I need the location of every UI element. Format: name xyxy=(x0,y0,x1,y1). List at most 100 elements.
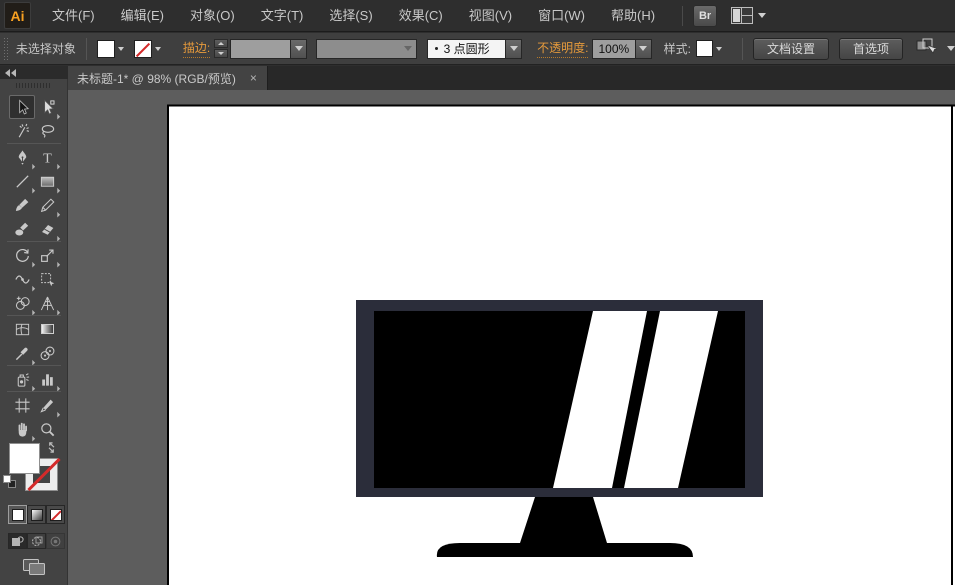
width-profile-combobox[interactable] xyxy=(316,39,416,59)
none-chip-icon xyxy=(50,509,62,521)
menu-edit[interactable]: 编辑(E) xyxy=(108,0,177,32)
document-tab[interactable]: 未标题-1* @ 98% (RGB/预览) × xyxy=(68,66,268,90)
none-mode-button[interactable] xyxy=(46,505,65,524)
document-setup-button[interactable]: 文档设置 xyxy=(753,38,829,60)
chevron-down-icon xyxy=(758,13,766,18)
zoom-tool[interactable] xyxy=(34,417,60,441)
chevron-down-icon xyxy=(510,46,518,51)
toolbar-grip[interactable] xyxy=(16,83,52,88)
swap-fill-stroke-button[interactable] xyxy=(45,441,58,459)
blob-brush-tool[interactable] xyxy=(9,217,35,241)
menu-type[interactable]: 文字(T) xyxy=(248,0,317,32)
opacity-dropdown-button[interactable] xyxy=(636,39,652,59)
controlbar-grip[interactable] xyxy=(2,36,9,62)
stroke-weight-dropdown-button[interactable] xyxy=(291,39,307,59)
draw-normal-icon xyxy=(11,536,24,547)
collapse-left-icon xyxy=(5,69,10,77)
chevron-up-icon xyxy=(218,42,224,45)
draw-normal-button[interactable] xyxy=(8,533,27,549)
menu-object[interactable]: 对象(O) xyxy=(177,0,248,32)
chevron-down-icon xyxy=(295,46,303,51)
monitor-stand[interactable] xyxy=(520,497,607,543)
eraser-tool[interactable] xyxy=(34,217,60,241)
mesh-tool[interactable] xyxy=(9,317,35,341)
symbol-sprayer-tool[interactable] xyxy=(9,367,35,391)
menu-effect[interactable]: 效果(C) xyxy=(386,0,456,32)
menu-window[interactable]: 窗口(W) xyxy=(525,0,598,32)
menu-bar: Ai 文件(F)编辑(E)对象(O)文字(T)选择(S)效果(C)视图(V)窗口… xyxy=(0,0,955,32)
chevron-down-icon xyxy=(155,47,161,51)
menu-view[interactable]: 视图(V) xyxy=(456,0,525,32)
magic-wand-tool[interactable] xyxy=(9,119,35,143)
draw-behind-button[interactable] xyxy=(27,533,46,549)
toolbar-collapse-button[interactable] xyxy=(0,66,68,79)
draw-behind-icon xyxy=(30,536,43,547)
blend-tool[interactable] xyxy=(34,341,60,365)
stroke-weight-stepper[interactable] xyxy=(214,39,228,58)
swap-arrows-icon xyxy=(42,438,60,456)
opacity-panel-link[interactable]: 不透明度: xyxy=(537,39,588,58)
brush-definition-combobox[interactable]: 3 点圆形 xyxy=(427,39,507,59)
style-widget[interactable] xyxy=(696,40,726,58)
toolbar-separator xyxy=(7,391,61,392)
draw-inside-button[interactable] xyxy=(46,533,65,549)
stroke-weight-combobox[interactable] xyxy=(230,39,291,59)
screen-mode-icon xyxy=(22,558,46,576)
stepper-down-button[interactable] xyxy=(214,49,228,58)
bridge-button[interactable]: Br xyxy=(693,5,717,27)
tools-panel: T xyxy=(0,79,68,585)
rotate-tool[interactable] xyxy=(9,243,35,267)
column-graph-tool[interactable] xyxy=(34,367,60,391)
free-transform-tool-icon xyxy=(39,271,56,288)
color-mode-button[interactable] xyxy=(8,505,27,524)
style-swatch[interactable] xyxy=(696,40,713,57)
stroke-color-widget[interactable] xyxy=(134,40,165,58)
gradient-tool[interactable] xyxy=(34,317,60,341)
menu-help[interactable]: 帮助(H) xyxy=(598,0,668,32)
hand-tool[interactable] xyxy=(9,417,35,441)
slice-tool[interactable] xyxy=(34,393,60,417)
paintbrush-tool[interactable] xyxy=(9,193,35,217)
artboard-tool[interactable] xyxy=(9,393,35,417)
pen-tool[interactable] xyxy=(9,145,35,169)
scale-tool[interactable] xyxy=(34,243,60,267)
tab-close-icon[interactable]: × xyxy=(250,72,257,84)
select-similar-dropdown-icon[interactable] xyxy=(947,46,955,51)
fill-color-widget[interactable] xyxy=(97,40,128,58)
brush-dropdown-button[interactable] xyxy=(506,39,522,59)
fill-dropdown-button[interactable] xyxy=(115,40,128,58)
canvas-area[interactable] xyxy=(68,90,955,585)
menu-file[interactable]: 文件(F) xyxy=(39,0,108,32)
fill-indicator[interactable] xyxy=(9,443,40,474)
type-tool[interactable]: T xyxy=(34,145,60,169)
stroke-dropdown-button[interactable] xyxy=(152,40,165,58)
direct-selection-tool[interactable] xyxy=(34,95,60,119)
shape-builder-tool[interactable] xyxy=(9,291,35,315)
menu-select[interactable]: 选择(S) xyxy=(316,0,385,32)
pencil-tool[interactable] xyxy=(34,193,60,217)
toolbar-separator xyxy=(7,315,61,316)
preferences-button[interactable]: 首选项 xyxy=(839,38,903,60)
rectangle-tool[interactable] xyxy=(34,169,60,193)
select-similar-icon xyxy=(915,37,937,55)
fill-color-swatch[interactable] xyxy=(97,40,115,58)
monitor-base[interactable] xyxy=(437,543,693,557)
default-fill-stroke-button[interactable] xyxy=(3,475,16,488)
line-segment-tool[interactable] xyxy=(9,169,35,193)
default-fill-chip xyxy=(3,475,11,483)
stepper-up-button[interactable] xyxy=(214,39,228,48)
width-tool[interactable] xyxy=(9,267,35,291)
stroke-color-swatch[interactable] xyxy=(134,40,152,58)
gradient-mode-button[interactable] xyxy=(27,505,46,524)
free-transform-tool[interactable] xyxy=(34,267,60,291)
workspace-switcher[interactable] xyxy=(731,7,766,24)
select-similar-objects-button[interactable] xyxy=(915,37,937,60)
stroke-panel-link[interactable]: 描边: xyxy=(183,39,210,58)
style-dropdown-button[interactable] xyxy=(713,40,726,58)
lasso-tool[interactable] xyxy=(34,119,60,143)
selection-tool[interactable] xyxy=(9,95,35,119)
eyedropper-tool[interactable] xyxy=(9,341,35,365)
perspective-grid-tool[interactable] xyxy=(34,291,60,315)
opacity-combobox[interactable]: 100% xyxy=(592,39,635,59)
screen-mode-button[interactable] xyxy=(20,557,48,577)
